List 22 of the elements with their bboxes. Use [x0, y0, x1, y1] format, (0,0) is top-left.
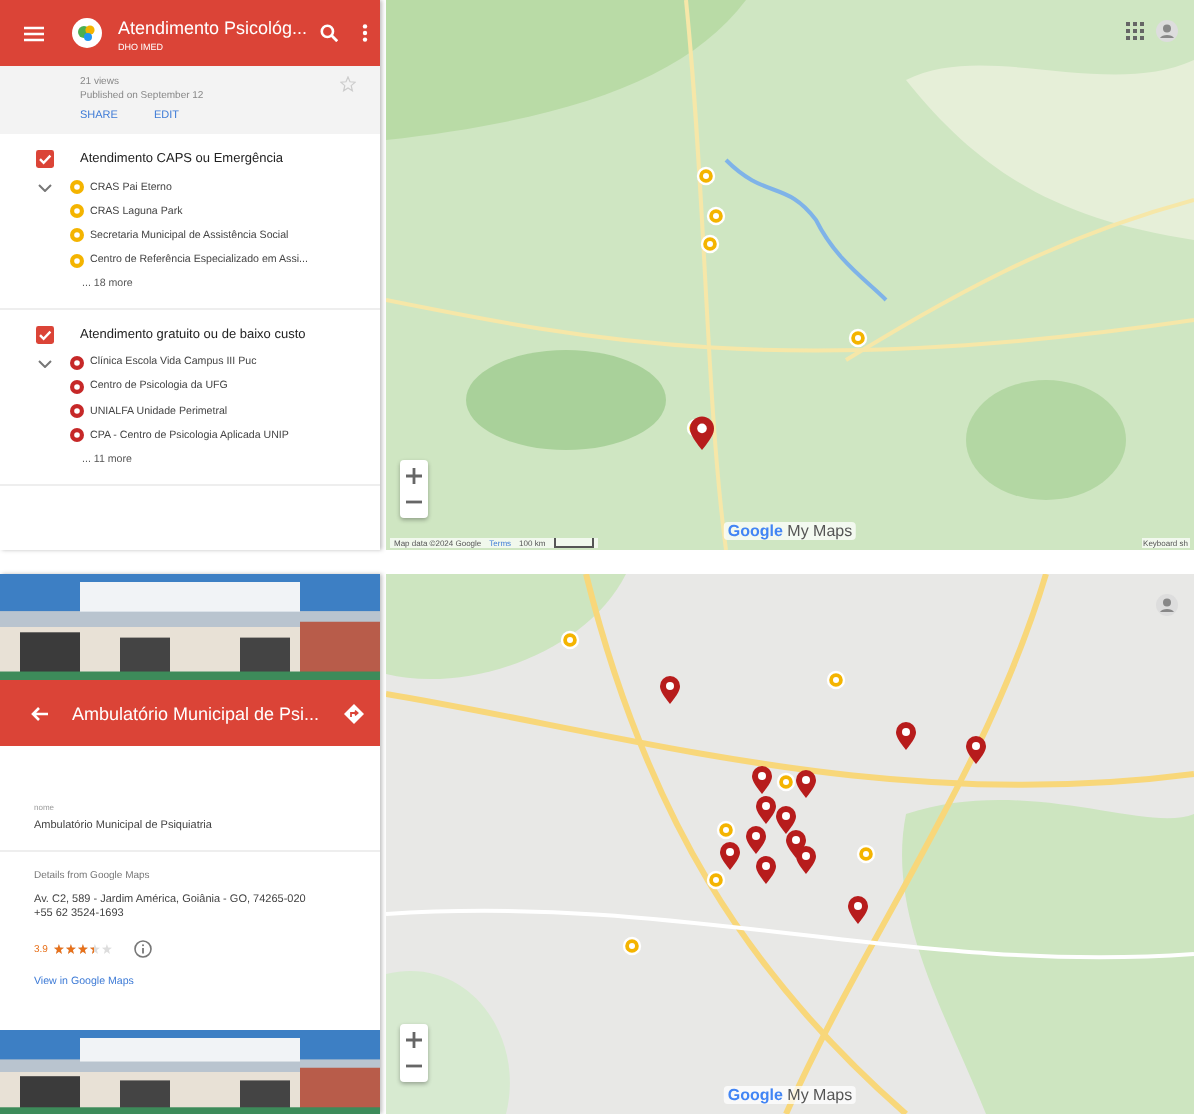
chevron-button[interactable]	[38, 184, 52, 192]
map-title: Atendimento Psicológ...	[118, 15, 308, 39]
layer-checkbox[interactable]	[36, 325, 54, 344]
zoom-in-button[interactable]	[400, 464, 428, 488]
chevron-button[interactable]	[38, 359, 52, 368]
more-options-button[interactable]	[362, 24, 368, 42]
map-logo: Google My Maps	[723, 522, 857, 540]
place-title: Ambulatório Municipal de Psi...	[72, 703, 320, 723]
directions-button[interactable]	[343, 703, 364, 723]
map-logo-icon	[72, 18, 102, 48]
account-icon[interactable]	[1156, 20, 1178, 42]
info-icon	[133, 940, 152, 958]
layer-checkbox[interactable]	[36, 150, 54, 168]
search-button[interactable]	[320, 24, 338, 42]
star-icon	[340, 76, 356, 92]
apps-grid-icon[interactable]	[1126, 22, 1144, 40]
map-logo: Google My Maps	[723, 1086, 857, 1104]
menu-button[interactable]	[24, 25, 44, 41]
back-button[interactable]	[30, 705, 48, 721]
scale-bar	[553, 538, 594, 548]
account-icon[interactable]	[1156, 594, 1178, 616]
zoom-in-button[interactable]	[400, 1028, 428, 1052]
